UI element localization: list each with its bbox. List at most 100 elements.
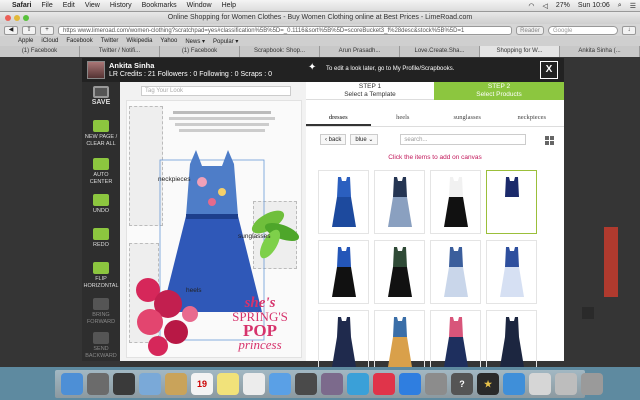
- flip-horizontal-button[interactable]: FLIP HORIZONTAL: [82, 262, 120, 289]
- tab-love-create[interactable]: Love.Create.Sha...: [400, 46, 480, 57]
- menu-safari[interactable]: Safari: [12, 2, 31, 9]
- spotlight-icon[interactable]: ⌕: [618, 2, 622, 10]
- product-striped-navy-dress[interactable]: [486, 170, 537, 234]
- close-modal-button[interactable]: X: [540, 61, 558, 79]
- product-multicolor-print-dress[interactable]: [374, 310, 425, 374]
- menu-file[interactable]: File: [41, 2, 52, 9]
- product-navy-peter-pan-dress[interactable]: [318, 310, 369, 374]
- product-pink-blue-floral-dress[interactable]: [430, 310, 481, 374]
- tab-shopping[interactable]: Shopping for W...: [480, 46, 560, 57]
- tab-ankita[interactable]: Ankita Sinha (...: [560, 46, 640, 57]
- bookmark-twitter[interactable]: Twitter: [101, 38, 119, 44]
- menu-window[interactable]: Window: [187, 2, 212, 9]
- menu-history[interactable]: History: [110, 2, 132, 9]
- send-backward-button[interactable]: SEND BACKWARD: [82, 332, 120, 359]
- mission-control-icon[interactable]: [113, 373, 135, 395]
- google-search-input[interactable]: Google: [548, 25, 618, 35]
- menu-help[interactable]: Help: [222, 2, 236, 9]
- bookmark-facebook[interactable]: Facebook: [66, 38, 92, 44]
- tab-arun[interactable]: Arun Prasadh...: [320, 46, 400, 57]
- product-navy-pleated-midi[interactable]: [486, 310, 537, 374]
- back-icon[interactable]: ◀: [4, 25, 18, 35]
- volume-icon[interactable]: ◁: [542, 2, 547, 10]
- tab-dresses[interactable]: dresses: [306, 109, 371, 126]
- menu-edit[interactable]: Edit: [63, 2, 75, 9]
- tab-sunglasses[interactable]: sunglasses: [435, 109, 500, 126]
- grid-view-icon[interactable]: [545, 136, 554, 145]
- bookmark-yahoo[interactable]: Yahoo: [160, 38, 177, 44]
- share-icon[interactable]: ⇧: [22, 25, 36, 35]
- imovie-icon[interactable]: ★: [477, 373, 499, 395]
- user-name[interactable]: Ankita Sinha: [109, 61, 272, 70]
- poster-text[interactable]: she's SPRING'S POP princess: [216, 296, 304, 352]
- product-search-input[interactable]: search...: [400, 134, 527, 145]
- app-store-icon[interactable]: [399, 373, 421, 395]
- canvas-leaves[interactable]: [248, 202, 304, 262]
- mail-icon[interactable]: [139, 373, 161, 395]
- finder-icon[interactable]: [61, 373, 83, 395]
- itunes-icon[interactable]: [373, 373, 395, 395]
- wifi-icon[interactable]: ◠: [528, 2, 534, 10]
- product-navy-lace-yoke-dress[interactable]: [374, 170, 425, 234]
- color-filter-select[interactable]: blue ⌄: [350, 134, 379, 145]
- close-window-icon[interactable]: [5, 15, 11, 21]
- zoom-window-icon[interactable]: [23, 15, 29, 21]
- product-green-black-print-maxi[interactable]: [374, 240, 425, 304]
- downloads-stack-icon[interactable]: [555, 373, 577, 395]
- battery-percent[interactable]: 27%: [556, 2, 570, 9]
- bookmark-news[interactable]: News ▾: [185, 38, 205, 45]
- download-icon[interactable]: ↓: [622, 25, 636, 35]
- tab-twitter[interactable]: Twitter / Notifi...: [80, 46, 160, 57]
- tab-scrapbook[interactable]: Scrapbook: Shop...: [240, 46, 320, 57]
- notes-icon[interactable]: [217, 373, 239, 395]
- redo-button[interactable]: REDO: [82, 228, 120, 249]
- tab-facebook-1[interactable]: (1) Facebook: [0, 46, 80, 57]
- bookmark-popular[interactable]: Popular ▾: [213, 38, 238, 45]
- documents-stack-icon[interactable]: [529, 373, 551, 395]
- address-bar[interactable]: https www.limeroad.com/women-clothing?sc…: [58, 25, 512, 35]
- neckpieces-canvas-label[interactable]: neckpieces: [158, 176, 191, 183]
- menu-view[interactable]: View: [85, 2, 100, 9]
- product-white-black-skater-dress[interactable]: [430, 170, 481, 234]
- photo-booth-icon[interactable]: [321, 373, 343, 395]
- product-royal-blue-shift-dress[interactable]: [318, 170, 369, 234]
- reminders-icon[interactable]: [243, 373, 265, 395]
- product-blue-black-panel-dress[interactable]: [318, 240, 369, 304]
- auto-center-button[interactable]: AUTO CENTER: [82, 158, 120, 185]
- calendar-icon[interactable]: 19: [191, 373, 213, 395]
- add-icon[interactable]: +: [40, 25, 54, 35]
- safari-icon[interactable]: [503, 373, 525, 395]
- contacts-icon[interactable]: [165, 373, 187, 395]
- tab-heels[interactable]: heels: [371, 109, 436, 126]
- bookmark-wikipedia[interactable]: Wikipedia: [126, 38, 152, 44]
- canvas-flowers[interactable]: [128, 270, 208, 360]
- clock[interactable]: Sun 10:06: [578, 2, 610, 9]
- facetime-icon[interactable]: [295, 373, 317, 395]
- trash-icon[interactable]: [581, 373, 603, 395]
- save-button[interactable]: SAVE: [82, 86, 120, 107]
- step-2[interactable]: STEP 2 Select Products: [434, 82, 564, 100]
- step-1[interactable]: STEP 1 Select a Template: [306, 82, 434, 100]
- bookmark-apple[interactable]: Apple: [18, 38, 33, 44]
- new-page-button[interactable]: NEW PAGE / CLEAR ALL: [82, 120, 120, 147]
- list-icon[interactable]: ☰: [630, 2, 636, 10]
- bring-forward-button[interactable]: BRING FORWARD: [82, 298, 120, 325]
- tag-look-input[interactable]: Tag Your Look: [141, 86, 291, 96]
- tab-facebook-2[interactable]: (1) Facebook: [160, 46, 240, 57]
- bookmark-icloud[interactable]: iCloud: [41, 38, 58, 44]
- avatar[interactable]: [87, 61, 105, 79]
- system-preferences-icon[interactable]: [425, 373, 447, 395]
- help-icon[interactable]: ?: [451, 373, 473, 395]
- iphoto-icon[interactable]: [347, 373, 369, 395]
- product-blue-floral-skater-dress[interactable]: [486, 240, 537, 304]
- tab-neckpieces[interactable]: neckpieces: [500, 109, 565, 126]
- product-blue-ikat-print-dress[interactable]: [430, 240, 481, 304]
- undo-button[interactable]: UNDO: [82, 194, 120, 215]
- messages-icon[interactable]: [269, 373, 291, 395]
- launchpad-icon[interactable]: [87, 373, 109, 395]
- heels-canvas-label[interactable]: heels: [186, 287, 202, 294]
- scroll-top-button[interactable]: [582, 307, 594, 319]
- back-button[interactable]: ‹ back: [320, 134, 347, 145]
- reader-button[interactable]: Reader: [516, 25, 544, 35]
- side-feedback-tab[interactable]: [604, 227, 618, 297]
